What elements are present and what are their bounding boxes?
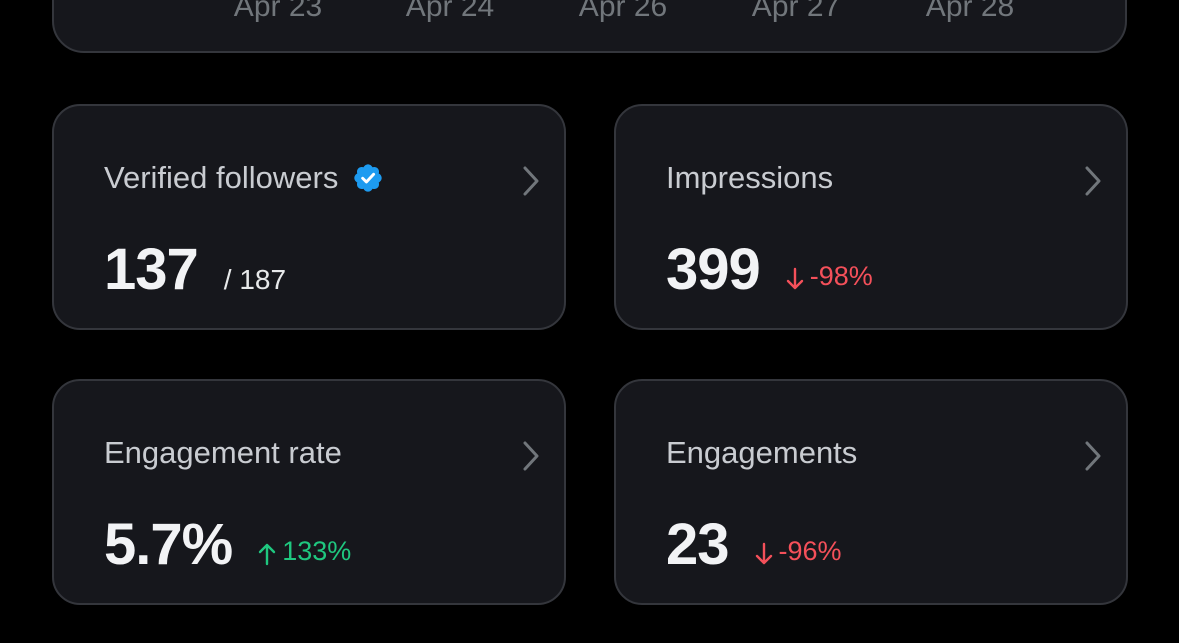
change-indicator: 133% xyxy=(258,536,351,567)
x-axis-label: Apr 28 xyxy=(925,0,1015,23)
engagements-value: 23 xyxy=(666,512,730,577)
change-value: -98% xyxy=(809,260,873,291)
x-axis-label: Apr 26 xyxy=(578,0,668,23)
card-value-row: 399 -98% xyxy=(666,236,873,303)
card-value-row: 5.7% 133% xyxy=(104,511,351,578)
card-title-label: Impressions xyxy=(666,160,834,195)
engagement-rate-card[interactable]: Engagement rate 5.7% 133% xyxy=(52,379,566,605)
verified-followers-total: / 187 xyxy=(223,264,287,295)
impressions-card[interactable]: Impressions 399 -98% xyxy=(614,104,1128,330)
card-title: Impressions xyxy=(666,160,833,196)
arrow-down-icon xyxy=(755,542,772,565)
change-value: 133% xyxy=(282,535,352,566)
engagement-rate-value: 5.7% xyxy=(104,512,233,577)
change-value: -96% xyxy=(778,535,842,566)
impressions-value: 399 xyxy=(666,237,761,302)
chevron-right-icon[interactable] xyxy=(1082,439,1104,473)
chevron-right-icon[interactable] xyxy=(520,439,542,473)
card-title-label: Verified followers xyxy=(104,160,339,195)
x-axis-label: Apr 24 xyxy=(405,0,495,23)
change-indicator: -98% xyxy=(786,261,873,292)
card-title: Engagements xyxy=(666,435,857,471)
chevron-right-icon[interactable] xyxy=(1082,164,1104,198)
card-title: Engagement rate xyxy=(104,435,342,471)
card-title-label: Engagements xyxy=(666,435,858,470)
verified-badge-icon xyxy=(354,164,383,192)
change-indicator: -96% xyxy=(755,536,842,567)
arrow-up-icon xyxy=(259,543,276,566)
card-title-label: Engagement rate xyxy=(104,435,342,470)
engagements-card[interactable]: Engagements 23 -96% xyxy=(614,379,1128,605)
verified-followers-value: 137 xyxy=(104,237,199,302)
chart-card: Apr 23 Apr 24 Apr 26 Apr 27 Apr 28 xyxy=(52,0,1127,53)
x-axis-label: Apr 23 xyxy=(233,0,323,23)
arrow-down-icon xyxy=(786,267,803,290)
verified-followers-card[interactable]: Verified followers 137 / 187 xyxy=(52,104,566,330)
card-value-row: 23 -96% xyxy=(666,511,842,578)
chevron-right-icon[interactable] xyxy=(520,164,542,198)
x-axis-label: Apr 27 xyxy=(751,0,841,23)
card-title: Verified followers xyxy=(104,160,384,196)
card-value-row: 137 / 187 xyxy=(104,236,286,303)
